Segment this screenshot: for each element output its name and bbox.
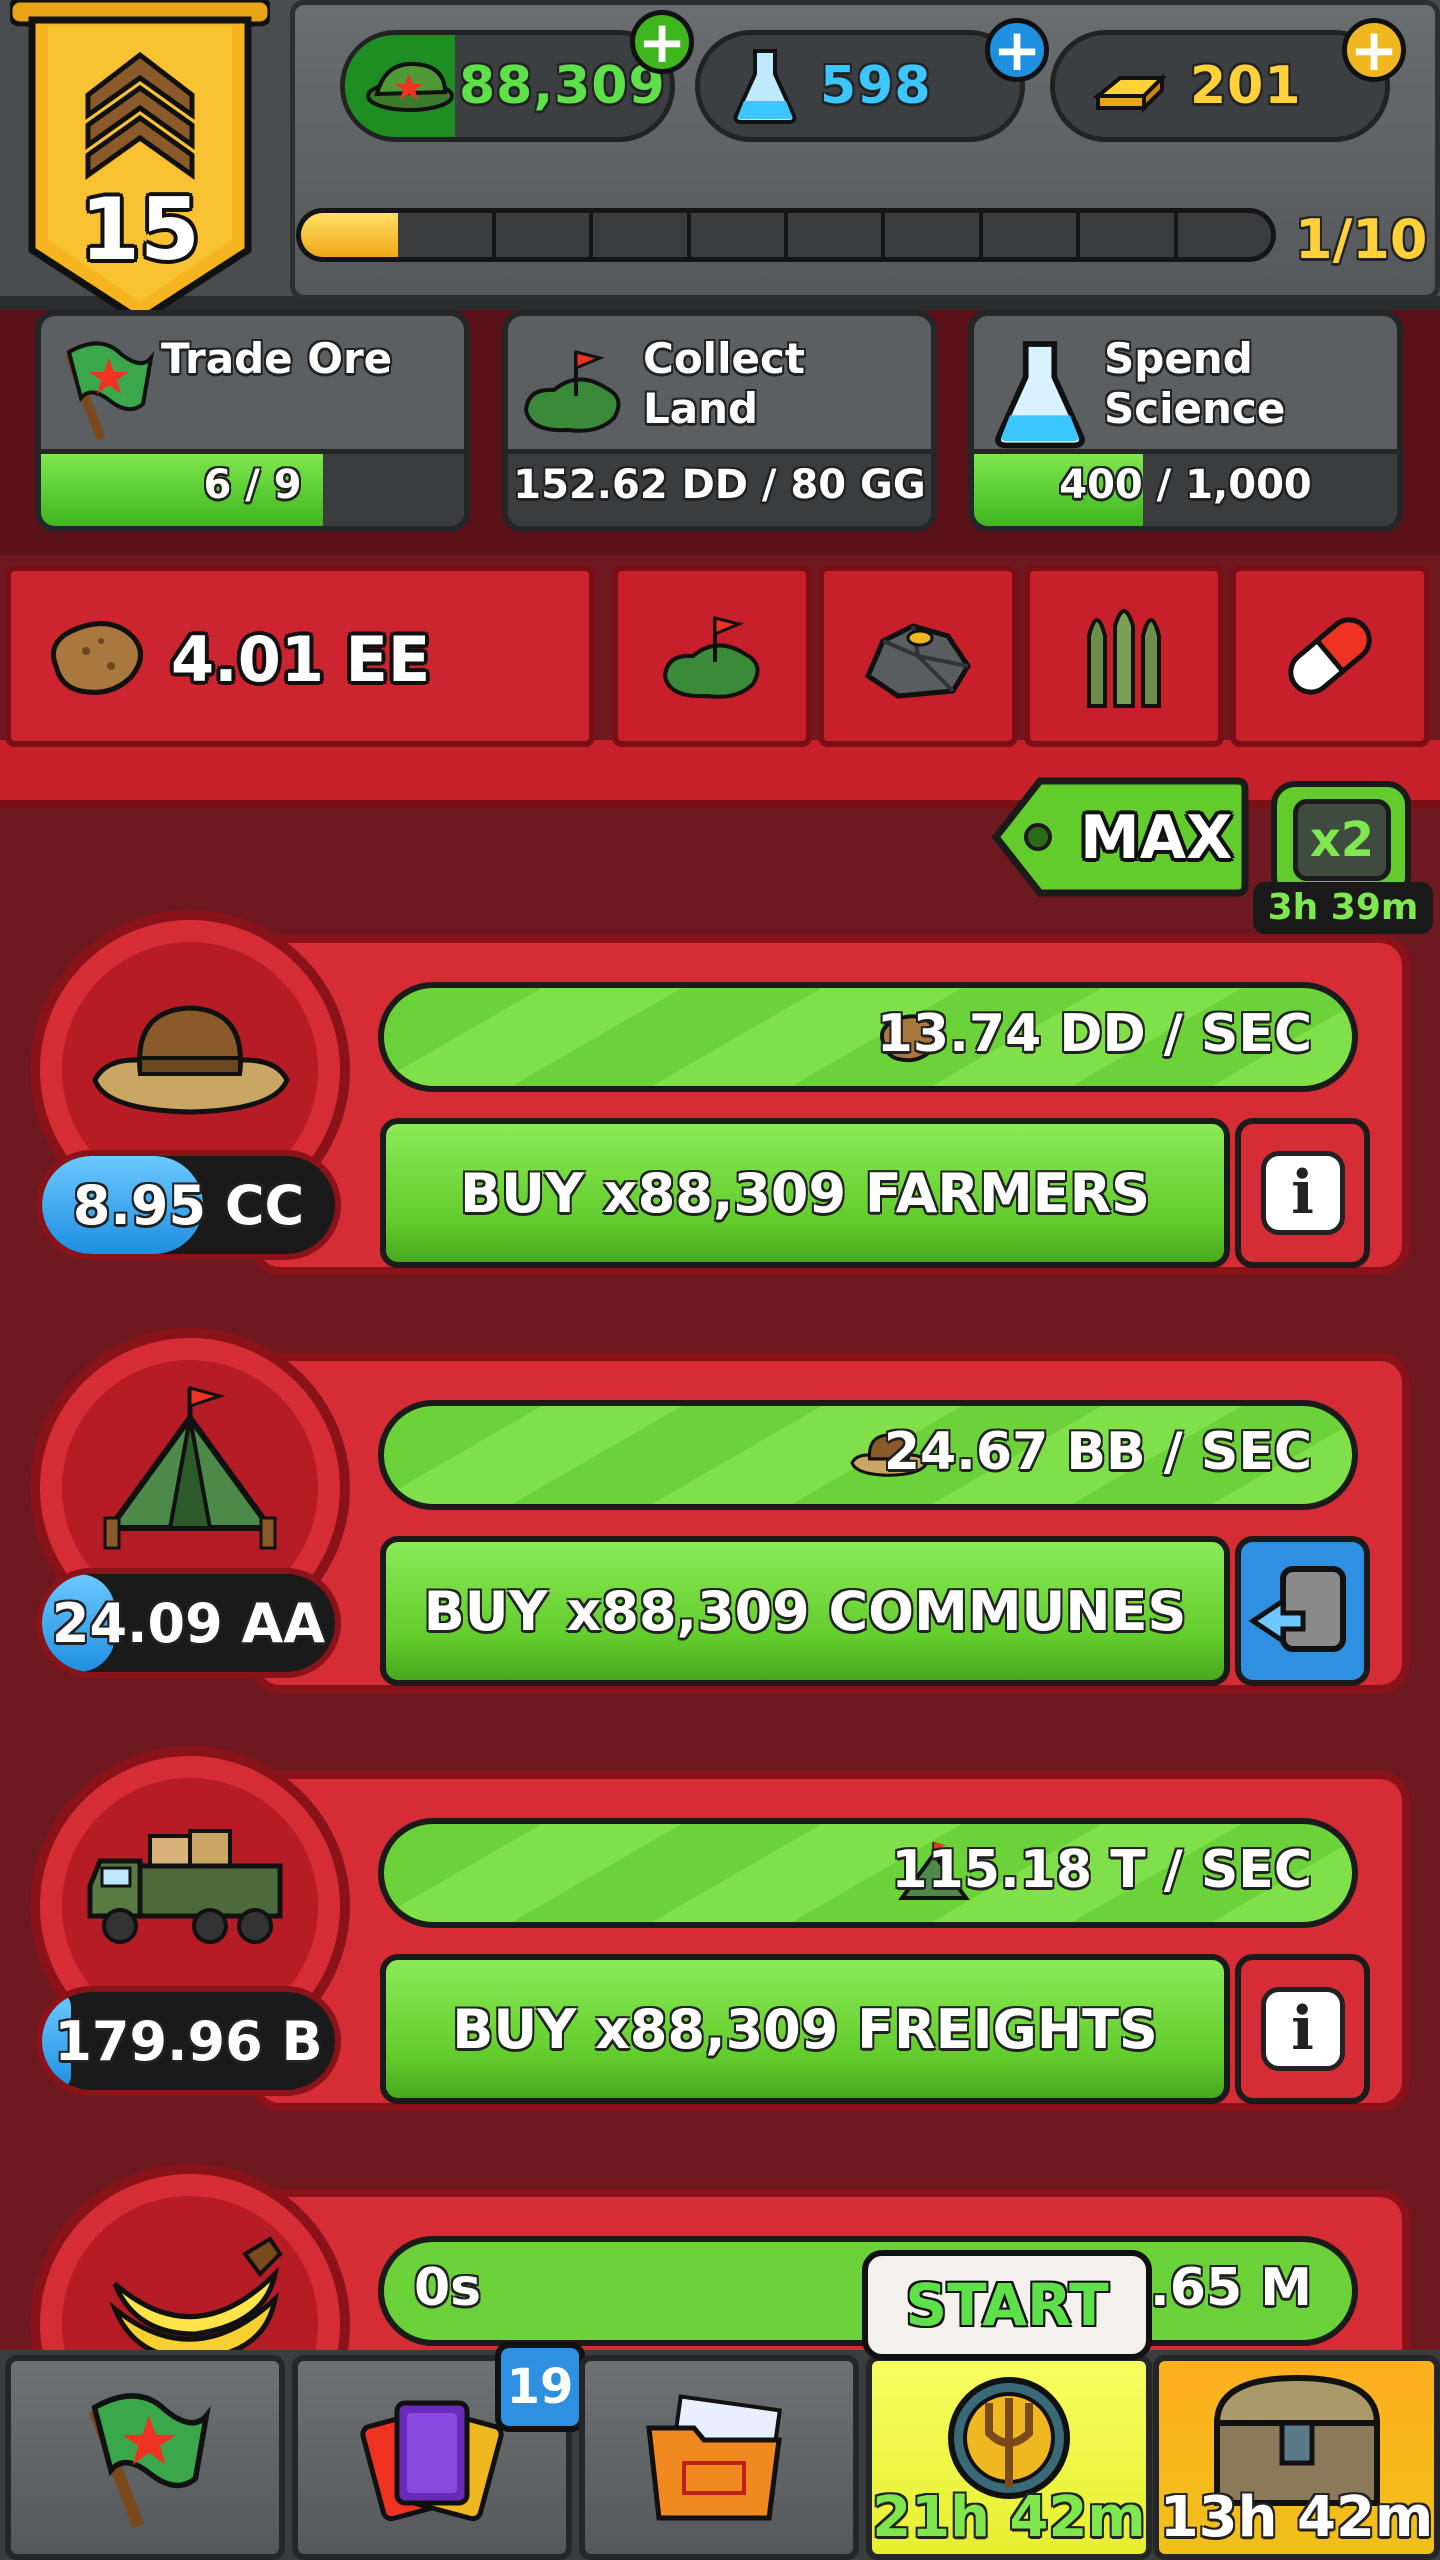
add-gold-button[interactable]: + xyxy=(1342,18,1406,82)
max-label: MAX xyxy=(1080,803,1233,873)
gold-counter[interactable]: 201 xyxy=(1050,30,1390,142)
quest-trade-ore[interactable]: Trade Ore 6 / 9 xyxy=(35,310,470,532)
freights-production-bar: 115.18 T / SEC xyxy=(378,1818,1358,1928)
nav-chests[interactable]: 13h 42m xyxy=(1153,2355,1440,2560)
truck-icon xyxy=(87,1829,283,1944)
communes-swap-button[interactable] xyxy=(1235,1536,1370,1686)
tab-medicine[interactable] xyxy=(1230,565,1430,747)
quest-title: Collect Land xyxy=(643,334,805,433)
cards-icon xyxy=(360,2400,504,2521)
add-cash-button[interactable]: + xyxy=(630,10,694,74)
event-timer: 21h 42m xyxy=(872,2485,1146,2550)
max-buy-toggle[interactable]: MAX xyxy=(990,775,1250,900)
science-counter[interactable]: 598 xyxy=(695,30,1025,142)
tab-ammo[interactable] xyxy=(1024,565,1224,747)
freights-cost: 179.96 B xyxy=(36,1986,341,2096)
swap-card-icon xyxy=(1247,1566,1346,1652)
xp-progress-bar xyxy=(296,208,1276,262)
comrade-flag-icon xyxy=(88,2392,211,2528)
rank-badge[interactable] xyxy=(7,0,273,330)
buy-communes-button[interactable]: BUY x88,309 COMMUNES xyxy=(380,1536,1230,1686)
communes-rate: 24.67 BB / SEC xyxy=(883,1422,1312,1482)
bananas-timer: 0s xyxy=(414,2258,482,2318)
farmers-cost: 8.95 CC xyxy=(36,1150,341,1260)
comrade-flag-icon xyxy=(64,341,155,441)
boost-timer: 3h 39m xyxy=(1253,882,1433,934)
communes-cost-value: 24.09 AA xyxy=(51,1592,326,1655)
freights-rate: 115.18 T / SEC xyxy=(891,1840,1312,1900)
farmers-cost-value: 8.95 CC xyxy=(72,1174,305,1237)
event-start-tooltip[interactable]: START xyxy=(862,2250,1152,2360)
land-icon xyxy=(523,350,621,433)
cards-badge: 19 xyxy=(495,2342,585,2432)
quest-progress-text: 400 / 1,000 xyxy=(1059,462,1312,508)
nav-missions[interactable] xyxy=(5,2355,285,2560)
info-icon: i xyxy=(1260,1987,1345,2071)
folder-icon xyxy=(646,2393,783,2520)
gold-value: 201 xyxy=(1190,56,1302,116)
army-cap-icon xyxy=(366,61,454,112)
science-value: 598 xyxy=(820,56,932,116)
bullets-icon xyxy=(1087,609,1161,708)
farmers-production-bar: 13.74 DD / SEC xyxy=(378,982,1358,1092)
farmers-rate: 13.74 DD / SEC xyxy=(876,1004,1312,1064)
quest-progress-text: 152.62 DD / 80 GG xyxy=(513,462,926,508)
quest-title: Spend Science xyxy=(1104,334,1286,433)
pill-icon xyxy=(1288,617,1372,695)
tent-icon xyxy=(103,1386,277,1550)
freights-cost-value: 179.96 B xyxy=(54,2010,323,2073)
potato-icon xyxy=(51,621,143,695)
xp-fill xyxy=(301,213,398,257)
xp-label: 1/10 xyxy=(1295,208,1428,271)
communes-cost: 24.09 AA xyxy=(36,1568,341,1678)
x2-label: x2 xyxy=(1293,799,1391,881)
flask-icon xyxy=(733,49,797,124)
rank-level: 15 xyxy=(80,180,200,280)
land-icon xyxy=(662,616,760,699)
chests-timer: 13h 42m xyxy=(1159,2485,1434,2550)
quest-spend-science[interactable]: Spend Science 400 / 1,000 xyxy=(968,310,1403,532)
resource-display: 4.01 EE xyxy=(5,565,595,747)
info-icon: i xyxy=(1260,1151,1345,1235)
quest-title: Trade Ore xyxy=(161,334,393,383)
communes-production-bar: 24.67 BB / SEC xyxy=(378,1400,1358,1510)
buy-freights-button[interactable]: BUY x88,309 FREIGHTS xyxy=(380,1954,1230,2104)
buy-farmers-button[interactable]: BUY x88,309 FARMERS xyxy=(380,1118,1230,1268)
farmers-info-button[interactable]: i xyxy=(1235,1118,1370,1268)
nav-event[interactable]: 21h 42m xyxy=(866,2355,1152,2560)
tab-ore[interactable] xyxy=(818,565,1018,747)
flask-icon xyxy=(995,341,1085,449)
add-science-button[interactable]: + xyxy=(985,18,1049,82)
quest-progress-text: 6 / 9 xyxy=(203,462,302,508)
tab-land[interactable] xyxy=(612,565,812,747)
nav-dossier[interactable] xyxy=(579,2355,859,2560)
cash-value: 88,309 xyxy=(459,56,666,116)
cash-counter[interactable]: 88,309 xyxy=(340,30,675,142)
straw-hat-icon xyxy=(92,1005,290,1115)
ore-icon xyxy=(864,623,971,699)
rank-banner-icon xyxy=(7,0,273,325)
freights-info-button[interactable]: i xyxy=(1235,1954,1370,2104)
resource-amount: 4.01 EE xyxy=(171,623,431,696)
quest-collect-land[interactable]: Collect Land 152.62 DD / 80 GG xyxy=(502,310,937,532)
gold-bars-icon xyxy=(1092,73,1167,113)
